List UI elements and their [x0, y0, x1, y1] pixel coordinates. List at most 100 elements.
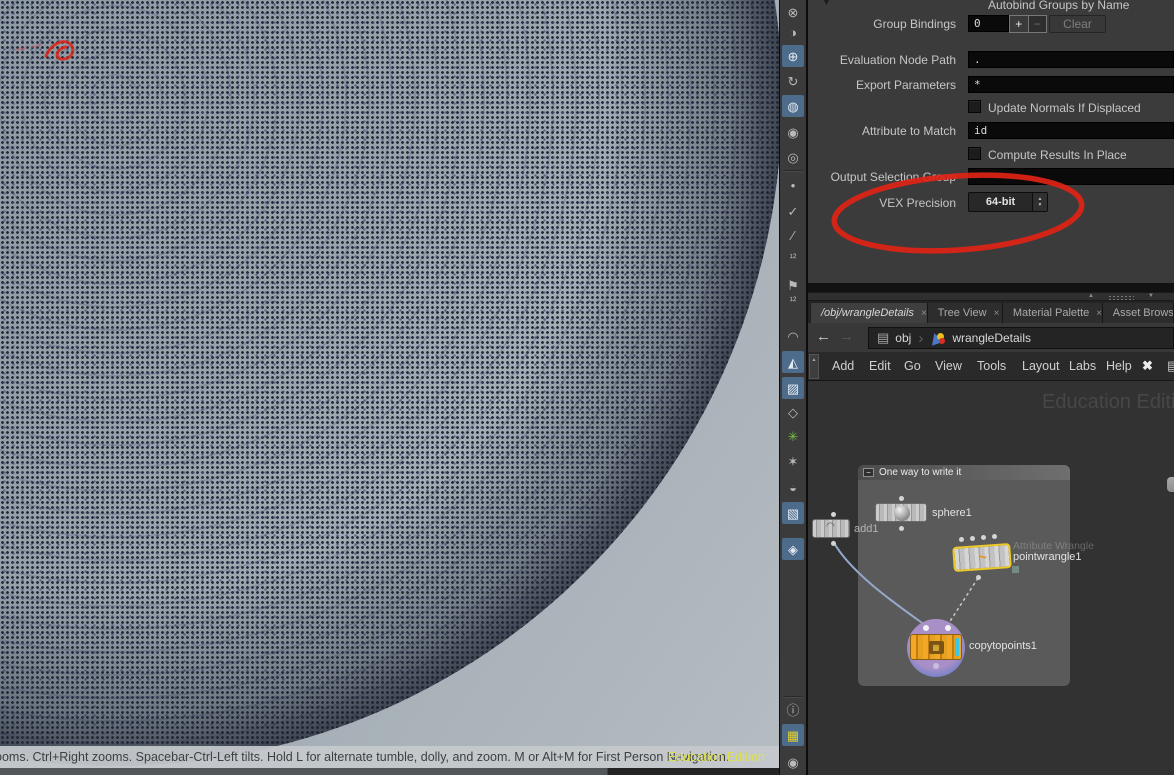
menu-edit[interactable]: Edit	[869, 359, 891, 373]
close-icon[interactable]: ×	[1096, 308, 1102, 319]
tab-asset-browser[interactable]: Asset Browse	[1103, 303, 1174, 323]
attribute-to-match-field[interactable]: id	[968, 122, 1174, 139]
point-display-icon[interactable]: •	[782, 174, 804, 196]
node-badge	[1012, 566, 1019, 573]
pane-splitter[interactable]: ▲ ▼	[808, 292, 1174, 301]
viewport-info-icon[interactable]: ⓘ	[782, 699, 804, 721]
visibility-icon[interactable]: ◉	[782, 751, 804, 773]
menu-add[interactable]: Add	[832, 359, 854, 373]
update-normals-checkbox[interactable]	[968, 100, 981, 113]
export-parameters-field[interactable]: *	[968, 76, 1174, 93]
profile-curves-icon[interactable]: ◠	[782, 325, 804, 347]
crossed-tools-icon[interactable]: ✖	[1142, 358, 1153, 374]
hull-display-icon[interactable]: ◇	[782, 401, 804, 423]
evaluation-node-path-label: Evaluation Node Path	[808, 53, 956, 67]
dome-light-icon[interactable]: ◑	[782, 21, 804, 43]
node-sphere1[interactable]	[875, 503, 927, 522]
handles-icon[interactable]: ◈	[782, 538, 804, 560]
obj-network-icon: ▤	[877, 330, 889, 346]
network-editor[interactable]: Education Editi − One way to write it ◠ …	[808, 381, 1174, 775]
quad-view-icon[interactable]: ▦	[782, 724, 804, 746]
panel-collapse-handle[interactable]: ▲	[809, 354, 819, 379]
close-icon[interactable]: ×	[994, 308, 1000, 319]
breadcrumb-root[interactable]: obj	[895, 331, 911, 345]
splitter-grip[interactable]	[1108, 295, 1134, 300]
input-dot[interactable]	[945, 625, 951, 631]
input-dot[interactable]	[923, 625, 929, 631]
menu-layout[interactable]: Layout	[1022, 359, 1060, 373]
splitter-up-icon[interactable]: ▲	[1088, 293, 1094, 299]
input-dot[interactable]	[831, 512, 836, 517]
breadcrumb: ▤ obj › wrangleDetails	[868, 327, 1174, 349]
node-pointwrangle1[interactable]: ~	[952, 543, 1012, 572]
input-dot[interactable]	[992, 534, 997, 539]
close-icon[interactable]: ×	[921, 308, 927, 319]
input-dot[interactable]	[899, 496, 904, 501]
output-dot[interactable]	[933, 663, 939, 669]
isolate-objects-icon[interactable]: ◉	[782, 121, 804, 143]
node-label-pointwrangle1: pointwrangle1	[1013, 551, 1082, 563]
forward-arrow-icon[interactable]: →	[839, 328, 854, 345]
input-dot[interactable]	[981, 535, 986, 540]
parameter-pane: ▼ Autobind Groups by Name Group Bindings…	[808, 0, 1174, 283]
network-path-bar: ← → ▤ obj › wrangleDetails	[808, 323, 1174, 352]
tab-obj-wrangledetails[interactable]: /obj/wrangleDetails ×	[811, 303, 928, 323]
compute-results-checkbox[interactable]	[968, 147, 981, 160]
splitter-down-icon[interactable]: ▼	[1148, 293, 1154, 299]
prim-normals-icon[interactable]: ◭	[782, 351, 804, 373]
clear-button[interactable]: Clear	[1049, 15, 1106, 33]
output-selection-group-field[interactable]	[968, 168, 1174, 185]
output-dot[interactable]	[976, 575, 981, 580]
output-dot[interactable]	[831, 541, 836, 546]
menu-labs[interactable]: Labs	[1069, 359, 1096, 373]
vex-precision-dropdown[interactable]: 64-bit ▲ ▼	[968, 192, 1048, 212]
viewport-bottom-strip	[0, 768, 779, 775]
scene-viewport[interactable]: ooms. Ctrl+Right zooms. Spacebar-Ctrl-Le…	[0, 0, 779, 775]
hdri-sphere-icon[interactable]: ◍	[782, 95, 804, 117]
tab-label: /obj/wrangleDetails	[821, 307, 914, 319]
group-bindings-field[interactable]: 0	[968, 15, 1009, 32]
node-copytopoints1[interactable]: ▦	[910, 634, 962, 660]
no-lights-icon[interactable]: ⊗	[782, 1, 804, 23]
menu-help[interactable]: Help	[1106, 359, 1132, 373]
collapse-minus-icon[interactable]: −	[863, 468, 874, 477]
point-normals-icon[interactable]: ✓	[782, 200, 804, 222]
decrement-button[interactable]: −	[1029, 16, 1047, 32]
particle-display-icon[interactable]: ✶	[782, 450, 804, 472]
vex-precision-spinner[interactable]: ▲ ▼	[1032, 193, 1047, 211]
point-vectors-icon[interactable]: ∕	[782, 224, 804, 246]
chevron-separator-icon: ›	[918, 330, 923, 347]
input-dot[interactable]	[959, 537, 964, 542]
red-scribble-annotation	[8, 34, 98, 72]
collapse-up-icon: ▲	[812, 357, 817, 378]
output-selection-group-label: Output Selection Group	[808, 170, 956, 184]
breadcrumb-current[interactable]: wrangleDetails	[952, 331, 1031, 345]
ghost-objects-icon[interactable]: ◎	[782, 146, 804, 168]
output-dot[interactable]	[899, 526, 904, 531]
navigation-help-text: ooms. Ctrl+Right zooms. Spacebar-Ctrl-Le…	[0, 750, 729, 764]
menu-go[interactable]: Go	[904, 359, 921, 373]
export-parameters-label: Export Parameters	[808, 78, 956, 92]
prim-numbers-icon[interactable]: ¹²	[782, 291, 804, 313]
tab-material-palette[interactable]: Material Palette ×	[1003, 303, 1103, 323]
textured-shading-icon[interactable]: ▨	[782, 377, 804, 399]
input-dot[interactable]	[970, 536, 975, 541]
menu-tools[interactable]: Tools	[977, 359, 1006, 373]
tab-tree-view[interactable]: Tree View ×	[928, 303, 1003, 323]
group-box-header[interactable]: − One way to write it	[858, 465, 1070, 480]
pane-tab-bar: /obj/wrangleDetails × Tree View × Materi…	[808, 301, 1174, 323]
headlight-icon[interactable]: ⊕	[782, 45, 804, 67]
node-add1[interactable]: ◠	[812, 519, 850, 538]
node-flag-bar[interactable]	[955, 638, 959, 656]
point-numbers-icon[interactable]: ¹²	[782, 248, 804, 270]
back-arrow-icon[interactable]: ←	[816, 328, 831, 345]
evaluation-node-path-field[interactable]: .	[968, 51, 1174, 68]
increment-button[interactable]: +	[1010, 16, 1029, 32]
list-icon[interactable]: ▤	[1167, 358, 1174, 374]
autobind-checkbox[interactable]: ▼	[821, 0, 969, 8]
disc-display-icon[interactable]: ◒	[782, 476, 804, 498]
subdivision-display-icon[interactable]: ✳	[782, 425, 804, 447]
menu-view[interactable]: View	[935, 359, 962, 373]
orbit-light-icon[interactable]: ↻	[782, 70, 804, 92]
background-image-icon[interactable]: ▧	[782, 502, 804, 524]
